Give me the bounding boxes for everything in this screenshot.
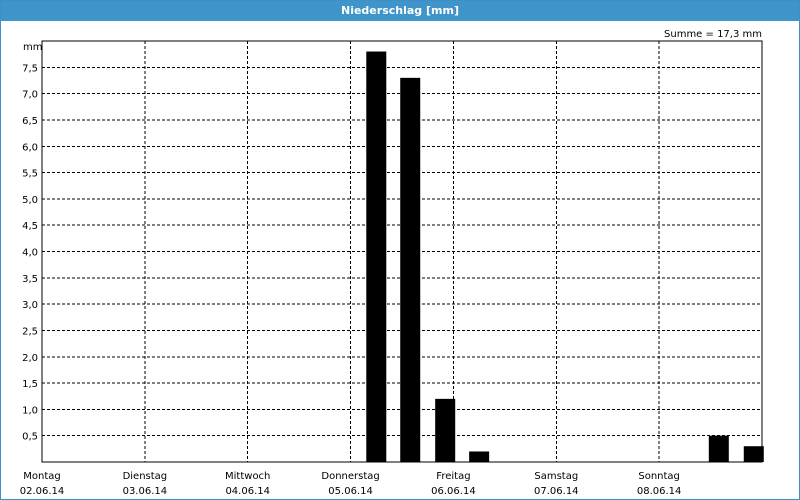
- y-tick-label: 5,5: [22, 169, 38, 180]
- x-tick-day-label: Freitag: [436, 471, 470, 482]
- y-tick-label: 6,0: [22, 142, 38, 153]
- y-tick-label: 3,0: [22, 300, 38, 311]
- y-tick-label: 7,5: [22, 63, 38, 74]
- x-tick-day-label: Samstag: [534, 471, 578, 482]
- sum-label: Summe = 17,3 mm: [664, 29, 762, 40]
- precipitation-bar: [400, 77, 421, 463]
- x-tick-day-label: Dienstag: [123, 471, 168, 482]
- x-tick-day-label: Donnerstag: [321, 471, 379, 482]
- y-tick-label: 1,0: [22, 405, 38, 416]
- y-tick-label: 6,5: [22, 116, 38, 127]
- x-tick-day-label: Montag: [23, 471, 60, 482]
- chart-window: Niederschlag [mm] Summe = 17,3 mm mm 0,5…: [0, 0, 800, 500]
- y-tick-label: 2,5: [22, 326, 38, 337]
- precipitation-chart: Summe = 17,3 mm mm 0,5 1,0 1,5 2,0 2,5 3,0 3,5…: [20, 29, 764, 497]
- precipitation-bar: [366, 51, 387, 463]
- x-tick-date-label: 08.06.14: [637, 486, 682, 497]
- y-tick-label: 7,0: [22, 90, 38, 101]
- x-tick-date-label: 07.06.14: [534, 486, 579, 497]
- x-tick-date-label: 05.06.14: [328, 486, 373, 497]
- precipitation-bar: [435, 398, 456, 462]
- y-tick-label: 1,5: [22, 379, 38, 390]
- y-tick-label: 4,0: [22, 248, 38, 259]
- y-tick-label: 3,5: [22, 274, 38, 285]
- y-axis-unit-label: mm: [23, 42, 42, 53]
- y-tick-label: 4,5: [22, 221, 38, 232]
- x-tick-date-label: 02.06.14: [20, 486, 65, 497]
- y-tick-label: 0,5: [22, 432, 38, 443]
- y-tick-label: 5,0: [22, 195, 38, 206]
- x-tick-date-label: 06.06.14: [431, 486, 476, 497]
- precipitation-bar: [469, 451, 490, 462]
- x-tick-date-label: 04.06.14: [225, 486, 270, 497]
- x-tick-day-label: Mittwoch: [225, 471, 270, 482]
- x-tick-day-label: Sonntag: [638, 471, 680, 482]
- chart-title: Niederschlag [mm]: [1, 1, 799, 21]
- x-tick-date-label: 03.06.14: [123, 486, 168, 497]
- precipitation-bar: [743, 446, 764, 462]
- precipitation-bar: [708, 435, 729, 462]
- y-tick-label: 2,0: [22, 353, 38, 364]
